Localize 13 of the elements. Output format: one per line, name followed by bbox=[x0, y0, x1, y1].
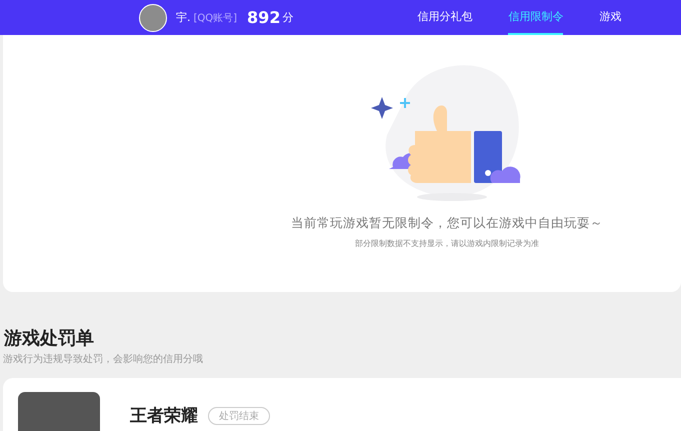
status-message: 当前常玩游戏暂无限制令，您可以在游戏中自由玩耍～ bbox=[291, 215, 603, 232]
section-subtitle: 游戏行为违规导致处罚，会影响您的信用分哦 bbox=[3, 352, 204, 366]
score-unit: 分 bbox=[282, 10, 294, 25]
status-tag: 处罚结束 bbox=[208, 407, 270, 425]
user-name: 宇. bbox=[176, 10, 190, 25]
avatar-placeholder bbox=[139, 4, 167, 32]
nav-tab[interactable]: 信用分礼包 bbox=[417, 0, 472, 35]
nav-tab[interactable]: 游戏 bbox=[599, 0, 622, 35]
account-type: [QQ账号] bbox=[194, 12, 238, 24]
credit-score: 892 bbox=[247, 8, 280, 27]
game-name: 王者荣耀 bbox=[130, 405, 198, 427]
note-text: 部分限制数据不支持显示，请以游戏内限制记录为准 bbox=[355, 238, 539, 249]
section-title: 游戏处罚单 bbox=[4, 327, 95, 350]
